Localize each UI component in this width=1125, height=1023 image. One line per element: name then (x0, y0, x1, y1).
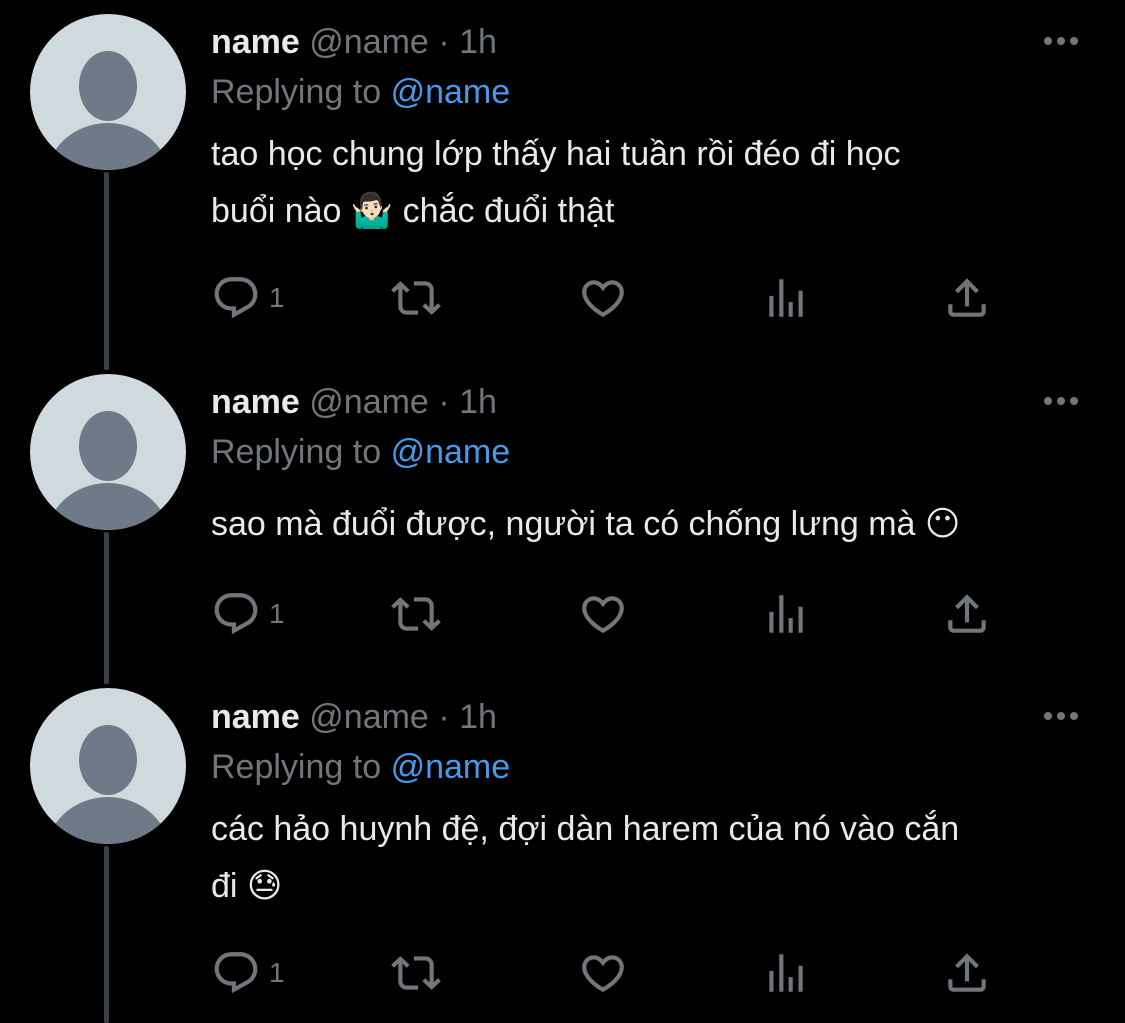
share-button[interactable] (942, 272, 992, 324)
timestamp[interactable]: 1h (459, 698, 497, 736)
tweet-text: tao học chung lớp thấy hai tuần rồi đéo … (211, 126, 1091, 240)
display-name[interactable]: name (211, 383, 300, 421)
analytics-icon (769, 279, 803, 317)
replying-to-mention[interactable]: @name (391, 73, 511, 111)
user-handle[interactable]: @name (309, 698, 429, 736)
reply-count: 1 (269, 598, 285, 629)
tweet-header: name @name · 1h (211, 380, 497, 424)
reply-count: 1 (269, 282, 285, 313)
reply-icon (214, 952, 258, 994)
user-handle[interactable]: @name (309, 23, 429, 61)
replying-to-line: Replying to @name (211, 745, 510, 789)
tweet-text: các hảo huynh đệ, đợi dàn harem của nó v… (211, 801, 1091, 915)
reply-button[interactable]: 1 (211, 272, 285, 324)
more-options-button[interactable] (1038, 31, 1084, 51)
replying-to-label: Replying to (211, 748, 382, 786)
avatar[interactable] (30, 688, 186, 844)
like-button[interactable] (578, 947, 628, 999)
replying-to-line: Replying to @name (211, 70, 510, 114)
retweet-icon (391, 597, 441, 631)
more-options-button[interactable] (1038, 391, 1084, 411)
replying-to-line: Replying to @name (211, 430, 510, 474)
share-icon (948, 594, 986, 633)
avatar[interactable] (30, 374, 186, 530)
replying-to-mention[interactable]: @name (391, 748, 511, 786)
default-profile-icon (46, 411, 170, 530)
replying-to-label: Replying to (211, 73, 382, 111)
tweet-text-line: buổi nào 🤷🏻‍♂️ chắc đuổi thật (211, 192, 615, 230)
reply-button[interactable]: 1 (211, 947, 285, 999)
retweet-icon (391, 956, 441, 990)
views-button[interactable] (761, 272, 811, 324)
avatar[interactable] (30, 14, 186, 170)
retweet-button[interactable] (391, 588, 441, 640)
thread-connector-line (104, 532, 109, 684)
reply-count: 1 (269, 957, 285, 988)
tweet-text: sao mà đuổi được, người ta có chống lưng… (211, 496, 1091, 553)
views-button[interactable] (761, 588, 811, 640)
retweet-button[interactable] (391, 272, 441, 324)
more-dots-icon (1044, 397, 1078, 405)
user-handle[interactable]: @name (309, 383, 429, 421)
reply-icon (214, 593, 258, 635)
share-button[interactable] (942, 588, 992, 640)
tweet-actions: 1 (211, 272, 1011, 324)
tweet-header: name @name · 1h (211, 20, 497, 64)
heart-icon (582, 955, 624, 993)
analytics-icon (769, 595, 803, 633)
default-profile-icon (46, 51, 170, 170)
analytics-icon (769, 954, 803, 992)
tweet-text-line: các hảo huynh đệ, đợi dàn harem của nó v… (211, 810, 960, 848)
tweet-text-line: sao mà đuổi được, người ta có chống lưng… (211, 505, 961, 543)
heart-icon (582, 596, 624, 634)
more-dots-icon (1044, 712, 1078, 720)
more-options-button[interactable] (1038, 706, 1084, 726)
heart-icon (582, 280, 624, 318)
retweet-button[interactable] (391, 947, 441, 999)
default-profile-icon (46, 725, 170, 844)
thread-connector-line (104, 846, 109, 1023)
like-button[interactable] (578, 272, 628, 324)
tweet-text-line: đi 😓 (211, 867, 283, 905)
share-icon (948, 278, 986, 317)
share-button[interactable] (942, 947, 992, 999)
tweet-actions: 1 (211, 588, 1011, 640)
display-name[interactable]: name (211, 23, 300, 61)
more-dots-icon (1044, 37, 1078, 45)
share-icon (948, 953, 986, 992)
display-name[interactable]: name (211, 698, 300, 736)
meta-separator: · (438, 23, 450, 61)
retweet-icon (391, 281, 441, 315)
tweet-text-line: tao học chung lớp thấy hai tuần rồi đéo … (211, 135, 901, 173)
reply-icon (214, 277, 258, 319)
reply-button[interactable]: 1 (211, 588, 285, 640)
meta-separator: · (438, 698, 450, 736)
replying-to-mention[interactable]: @name (391, 433, 511, 471)
replying-to-label: Replying to (211, 433, 382, 471)
thread-connector-line (104, 172, 109, 370)
meta-separator: · (438, 383, 450, 421)
reply-thread: name @name · 1h Replying to @name tao họ… (0, 0, 1125, 1023)
timestamp[interactable]: 1h (459, 23, 497, 61)
views-button[interactable] (761, 947, 811, 999)
tweet-header: name @name · 1h (211, 695, 497, 739)
like-button[interactable] (578, 588, 628, 640)
tweet-actions: 1 (211, 947, 1011, 999)
timestamp[interactable]: 1h (459, 383, 497, 421)
